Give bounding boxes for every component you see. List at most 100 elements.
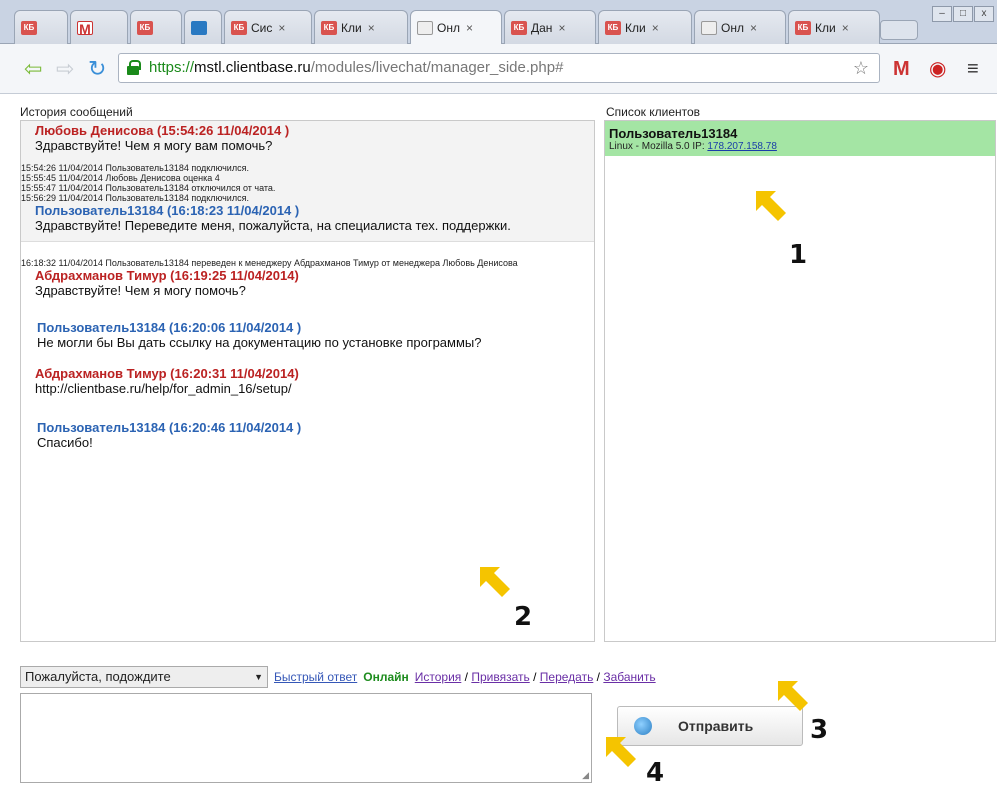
message-author: Абдрахманов Тимур (16:20:31 11/04/2014) <box>35 366 299 381</box>
tab-9[interactable]: КБ Кли × <box>598 10 692 44</box>
close-icon[interactable]: × <box>466 21 473 35</box>
online-status: Онлайн <box>363 670 409 684</box>
separator: / <box>596 670 601 684</box>
bind-link[interactable]: Привязать <box>471 670 529 684</box>
bookmark-star-icon[interactable]: ☆ <box>853 54 869 82</box>
tab-label: Дан <box>531 20 553 35</box>
annotation-arrow-2 <box>480 567 510 597</box>
gmail-icon: M <box>77 20 93 36</box>
tab-trello[interactable] <box>184 10 222 44</box>
annotation-arrow-1 <box>756 191 786 221</box>
clients-title: Список клиентов <box>606 105 701 119</box>
new-tab-button[interactable] <box>880 20 918 40</box>
close-icon[interactable]: × <box>652 21 659 35</box>
status-select-value: Пожалуйста, подождите <box>25 669 171 684</box>
back-arrow-icon[interactable]: ⇦ <box>24 58 42 80</box>
kb-favicon-icon: КБ <box>511 20 527 35</box>
tab-1[interactable]: КБ <box>14 10 68 44</box>
tab-5[interactable]: КБ Сис × <box>224 10 312 44</box>
forward-arrow-icon[interactable]: ⇨ <box>56 58 74 80</box>
message-text: Спасибо! <box>37 435 93 450</box>
trello-icon <box>191 20 207 35</box>
menu-icon[interactable]: ≡ <box>967 58 979 80</box>
close-icon[interactable]: × <box>368 21 375 35</box>
document-icon <box>701 20 717 35</box>
history-link[interactable]: История <box>415 670 462 684</box>
history-earlier-block: Любовь Денисова (15:54:26 11/04/2014 ) З… <box>21 121 594 242</box>
client-list: Пользователь13184 Linux - Mozilla 5.0 IP… <box>604 120 996 642</box>
tab-active[interactable]: Онл × <box>410 10 502 45</box>
tab-8[interactable]: КБ Дан × <box>504 10 596 44</box>
reload-icon[interactable]: ↻ <box>88 58 106 80</box>
kb-favicon-icon: КБ <box>231 20 247 35</box>
tab-3[interactable]: КБ <box>130 10 182 44</box>
close-icon[interactable]: × <box>278 21 285 35</box>
system-event: 15:55:47 11/04/2014 Пользователь13184 от… <box>21 183 276 193</box>
client-name: Пользователь13184 <box>609 126 738 141</box>
kb-favicon-icon: КБ <box>605 20 621 35</box>
tab-10[interactable]: Онл × <box>694 10 786 44</box>
kb-favicon-icon: КБ <box>21 20 37 35</box>
client-ip-link[interactable]: 178.207.158.78 <box>707 141 777 152</box>
url-host: mstl.clientbase.ru <box>194 59 311 76</box>
tab-label: Кли <box>625 20 646 35</box>
tab-11[interactable]: КБ Кли × <box>788 10 880 44</box>
close-window-icon[interactable]: x <box>974 6 994 22</box>
annotation-arrow-3 <box>778 681 808 711</box>
minimize-icon[interactable]: – <box>932 6 952 22</box>
close-icon[interactable]: × <box>558 21 565 35</box>
message-author: Пользователь13184 (16:20:06 11/04/2014 ) <box>37 320 302 335</box>
transfer-link[interactable]: Передать <box>540 670 594 684</box>
close-icon[interactable]: × <box>842 21 849 35</box>
message-author: Пользователь13184 (16:18:23 11/04/2014 ) <box>35 203 300 218</box>
message-text: Здравствуйте! Чем я могу вам помочь? <box>35 138 273 153</box>
history-title: История сообщений <box>20 105 133 119</box>
tab-label: Онл <box>721 20 744 35</box>
ban-link[interactable]: Забанить <box>603 670 655 684</box>
close-icon[interactable]: × <box>750 21 757 35</box>
maximize-icon[interactable]: □ <box>953 6 973 22</box>
opera-icon[interactable]: ◉ <box>929 58 946 80</box>
address-bar[interactable]: https://mstl.clientbase.ru/modules/livec… <box>118 53 880 83</box>
separator: / <box>464 670 468 684</box>
browser-window: КБ M КБ КБ Сис × КБ Кли × Онл × КБ Дан × КБ Кли ×… <box>0 0 997 794</box>
annotation-number-1: 1 <box>789 240 808 270</box>
kb-favicon-icon: КБ <box>321 20 337 35</box>
dropdown-arrow-icon: ▼ <box>254 672 263 682</box>
message-text: Не могли бы Вы дать ссылку на документац… <box>37 335 482 350</box>
resize-handle-icon[interactable]: ◢ <box>582 770 589 781</box>
status-select[interactable]: Пожалуйста, подождите ▼ <box>20 666 268 688</box>
message-text: Здравствуйте! Переведите меня, пожалуйст… <box>35 218 511 233</box>
url-scheme: https:// <box>149 59 195 76</box>
system-event: 15:56:29 11/04/2014 Пользователь13184 по… <box>21 193 249 203</box>
lock-icon <box>127 60 141 76</box>
message-input[interactable]: ◢ <box>20 693 592 783</box>
annotation-number-2: 2 <box>514 602 533 632</box>
client-item[interactable]: Пользователь13184 Linux - Mozilla 5.0 IP… <box>605 121 995 156</box>
annotation-arrow-4 <box>606 737 636 767</box>
url-path: /modules/livechat/manager_side.php# <box>310 59 564 76</box>
message-author: Пользователь13184 (16:20:46 11/04/2014 ) <box>37 420 302 435</box>
message-text: http://clientbase.ru/help/for_admin_16/s… <box>35 381 292 396</box>
kb-favicon-icon: КБ <box>795 20 811 35</box>
message-author: Любовь Денисова (15:54:26 11/04/2014 ) <box>35 123 290 138</box>
annotation-number-4: 4 <box>646 758 665 788</box>
page-content: История сообщений Список клиентов Любовь… <box>0 95 997 794</box>
chat-controls: Пожалуйста, подождите ▼ Быстрый ответ Онл… <box>20 665 780 689</box>
system-event: 16:18:32 11/04/2014 Пользователь13184 пе… <box>21 258 518 268</box>
separator: / <box>533 670 537 684</box>
quick-reply-link[interactable]: Быстрый ответ <box>274 670 357 684</box>
annotation-number-3: 3 <box>810 715 829 745</box>
tab-label: Кли <box>815 20 836 35</box>
gmail-icon[interactable]: M <box>893 58 910 80</box>
tab-gmail[interactable]: M <box>70 10 128 44</box>
tab-6[interactable]: КБ Кли × <box>314 10 408 44</box>
message-text: Здравствуйте! Чем я могу помочь? <box>35 283 246 298</box>
system-event: 15:55:45 11/04/2014 Любовь Денисова оцен… <box>21 173 220 183</box>
client-browser: Linux - Mozilla 5.0 IP: <box>609 141 708 152</box>
tab-strip: КБ M КБ КБ Сис × КБ Кли × Онл × КБ Дан × КБ Кли ×… <box>0 0 997 45</box>
browser-toolbar: ⇦ ⇨ ↻ https://mstl.clientbase.ru/modules… <box>0 44 997 94</box>
tab-label: Онл <box>437 21 460 35</box>
document-icon <box>417 21 433 35</box>
